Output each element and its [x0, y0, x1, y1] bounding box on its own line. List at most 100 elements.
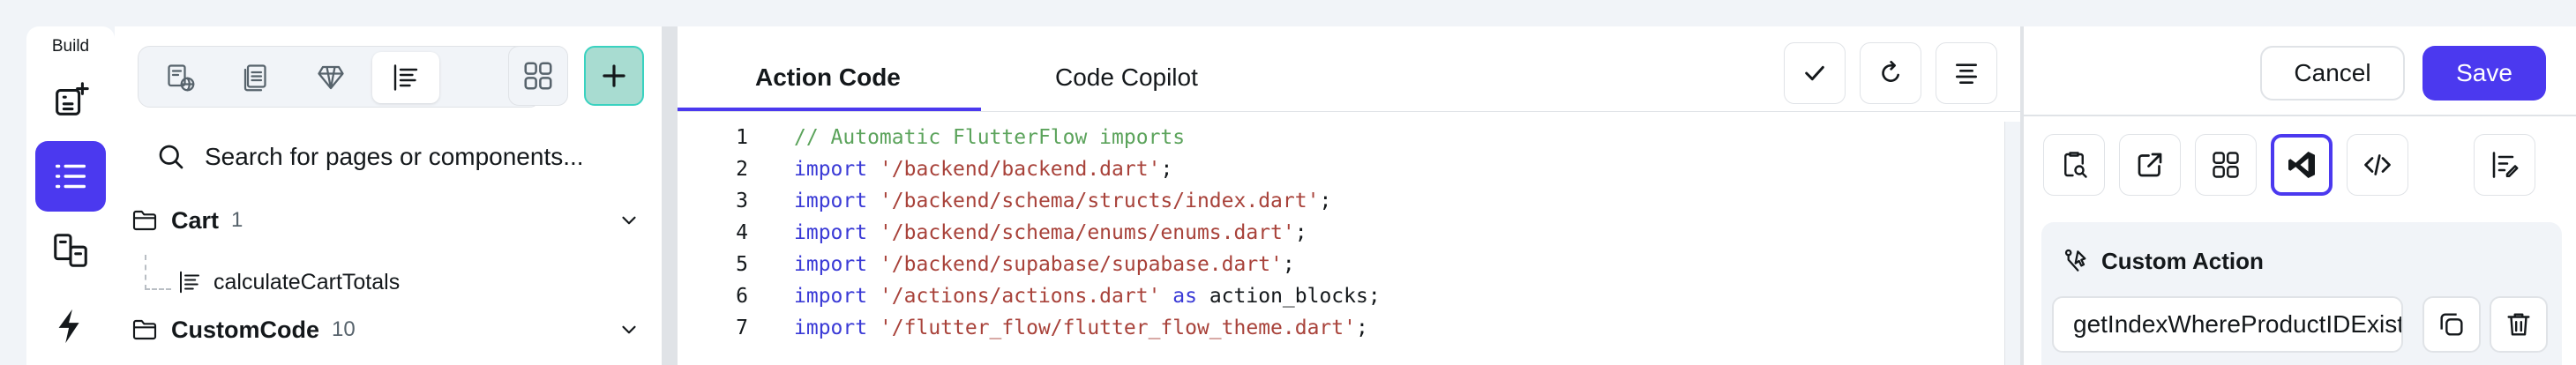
- code-icon: [2364, 154, 2391, 175]
- line-source: import '/backend/schema/structs/index.da…: [794, 190, 1331, 212]
- code-token: action_blocks;: [1209, 285, 1381, 308]
- line-source: import '/actions/actions.dart' as action…: [794, 285, 1381, 308]
- add-button[interactable]: [584, 46, 644, 106]
- editor-header-divider: [678, 111, 2020, 112]
- folder-count: 10: [332, 317, 356, 341]
- code-view-button[interactable]: [2347, 134, 2408, 196]
- panel-header-divider: [2024, 115, 2576, 116]
- custom-action-section: Custom Action: [2041, 222, 2562, 365]
- code-token: import: [794, 221, 880, 244]
- tree-connector: [145, 255, 171, 290]
- code-line[interactable]: 2 import '/backend/backend.dart';: [678, 153, 2001, 185]
- line-source: import '/flutter_flow/flutter_flow_theme…: [794, 317, 1368, 339]
- document-search-icon: [2064, 152, 2087, 178]
- tab-library[interactable]: [297, 52, 364, 103]
- code-token: ;: [1282, 253, 1295, 276]
- code-token: '/backend/schema/enums/enums.dart': [879, 221, 1295, 244]
- cancel-button[interactable]: Cancel: [2260, 46, 2405, 101]
- code-line[interactable]: 4 import '/backend/schema/enums/enums.dar…: [678, 217, 2001, 249]
- folder-row-customcode[interactable]: CustomCode 10: [124, 309, 653, 351]
- section-title: Custom Action: [2101, 247, 2264, 274]
- rail-add-page-button[interactable]: [35, 65, 106, 136]
- align-center-icon: [1956, 63, 1977, 84]
- line-source: import '/backend/backend.dart';: [794, 158, 1172, 181]
- line-number: 5: [736, 253, 748, 276]
- line-number: 1: [736, 126, 748, 149]
- line-source: import '/backend/supabase/supabase.dart'…: [794, 253, 1295, 276]
- search-docs-button[interactable]: [2043, 134, 2105, 196]
- folder-name: Cart: [171, 206, 220, 234]
- search-input[interactable]: [205, 143, 628, 171]
- code-line[interactable]: 6 import '/actions/actions.dart' as actio…: [678, 280, 2001, 312]
- rail-actions-button[interactable]: [35, 291, 106, 361]
- nav-rail: Build: [26, 26, 115, 365]
- code-line[interactable]: 1 // Automatic FlutterFlow imports: [678, 122, 2001, 153]
- code-token: '/backend/backend.dart': [879, 158, 1161, 181]
- rail-label: Build: [51, 37, 90, 56]
- open-external-button[interactable]: [2119, 134, 2181, 196]
- vscode-button[interactable]: [2271, 134, 2333, 196]
- line-number: 3: [736, 190, 748, 212]
- line-source: import '/backend/schema/enums/enums.dart…: [794, 221, 1307, 244]
- line-source: // Automatic FlutterFlow imports: [794, 126, 1185, 149]
- code-token: import: [794, 285, 880, 308]
- editor-scrollbar[interactable]: [2004, 122, 2020, 365]
- widgets-button[interactable]: [2195, 134, 2257, 196]
- panel-resize-handle[interactable]: [662, 26, 678, 365]
- page-tree-panel: Cart 1 calculateCartTotals CustomCode 10: [115, 26, 662, 365]
- delete-button[interactable]: [2490, 296, 2548, 353]
- rail-devices-button[interactable]: [35, 215, 106, 286]
- folder-count: 1: [231, 208, 243, 232]
- tree-item-calculate-cart-totals[interactable]: calculateCartTotals: [145, 255, 400, 302]
- tab-pages[interactable]: [147, 52, 214, 103]
- chevron-down-icon[interactable]: [618, 318, 640, 341]
- code-token: import: [794, 317, 880, 339]
- code-token: '/actions/actions.dart': [879, 285, 1161, 308]
- copy-icon: [2440, 313, 2463, 336]
- tab-custom-code[interactable]: [372, 52, 439, 103]
- folder-icon: [132, 319, 157, 340]
- text-align-icon: [393, 64, 418, 91]
- code-token: // Automatic FlutterFlow imports: [794, 126, 1186, 149]
- settings-button[interactable]: [2474, 134, 2535, 196]
- vscode-icon: [2288, 152, 2315, 178]
- code-editor-panel: Action Code Code Copilot 1 // Automatic F…: [678, 26, 2020, 365]
- line-number: 6: [736, 285, 748, 308]
- code-line[interactable]: 3 import '/backend/schema/structs/index.d…: [678, 185, 2001, 217]
- code-token: import: [794, 158, 880, 181]
- check-code-button[interactable]: [1784, 42, 1846, 104]
- code-token: '/backend/schema/structs/index.dart': [879, 190, 1320, 212]
- tab-components[interactable]: [222, 52, 289, 103]
- duplicate-button[interactable]: [2422, 296, 2481, 353]
- line-number: 7: [736, 317, 748, 339]
- code-line[interactable]: 7 import '/flutter_flow/flutter_flow_them…: [678, 312, 2001, 344]
- tab-action-code[interactable]: Action Code: [755, 63, 901, 92]
- code-token: '/backend/supabase/supabase.dart': [879, 253, 1283, 276]
- search-bar: [138, 130, 640, 183]
- devices-icon: [54, 234, 87, 267]
- code-token: ;: [1319, 190, 1332, 212]
- code-token: import: [794, 253, 880, 276]
- trash-icon: [2507, 313, 2530, 336]
- code-area[interactable]: 1 // Automatic FlutterFlow imports 2 import…: [678, 122, 2001, 344]
- format-code-button[interactable]: [1936, 42, 1997, 104]
- properties-panel: Cancel Save Custom Action: [2024, 26, 2576, 365]
- action-name-input[interactable]: [2052, 296, 2403, 353]
- documents-icon: [243, 64, 266, 92]
- rail-page-tree-button[interactable]: [35, 141, 106, 212]
- code-token: ;: [1355, 317, 1368, 339]
- code-line[interactable]: 5 import '/backend/supabase/supabase.dart…: [678, 249, 2001, 280]
- tab-code-copilot[interactable]: Code Copilot: [1055, 63, 1198, 92]
- save-button[interactable]: Save: [2422, 46, 2546, 101]
- folder-row-cart[interactable]: Cart 1: [124, 199, 653, 242]
- external-link-icon: [2138, 153, 2162, 177]
- chevron-down-icon[interactable]: [618, 209, 640, 232]
- custom-action-icon: [2064, 249, 2086, 272]
- code-token: ;: [1160, 158, 1173, 181]
- plus-icon: [603, 64, 625, 87]
- code-token: '/flutter_flow/flutter_flow_theme.dart': [879, 317, 1356, 339]
- reset-code-button[interactable]: [1860, 42, 1921, 104]
- refresh-icon: [1882, 61, 1899, 82]
- folder-name: CustomCode: [171, 316, 319, 343]
- grid-view-button[interactable]: [508, 46, 568, 106]
